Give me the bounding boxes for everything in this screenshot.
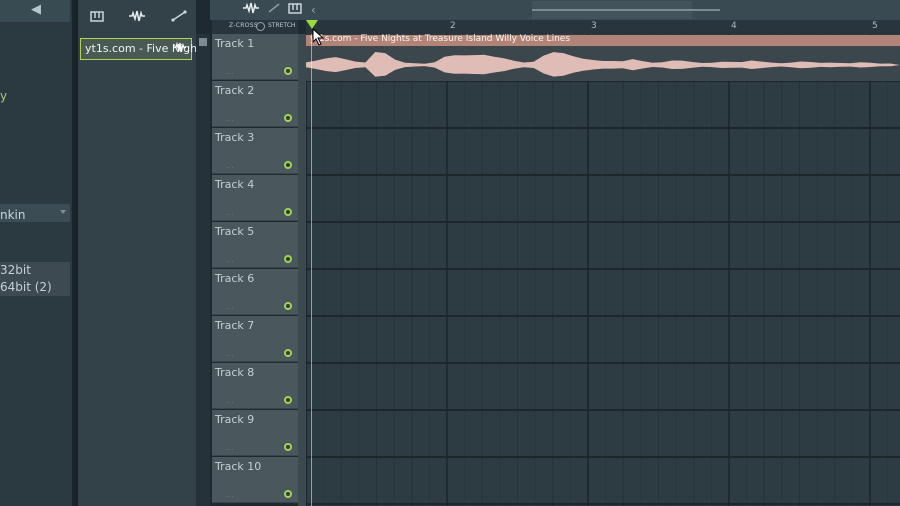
- track-enable-led[interactable]: [284, 114, 292, 122]
- track-header[interactable]: Track 2...: [212, 81, 298, 127]
- zcross-label: Z-CROSS: [229, 22, 258, 29]
- picker-toolbar: [78, 0, 196, 34]
- track-header[interactable]: Track 7...: [212, 316, 298, 362]
- track-header[interactable]: Track 10...: [212, 457, 298, 503]
- track-name: Track 8: [215, 366, 255, 379]
- mouse-cursor-icon: [312, 28, 325, 46]
- zcross-toggle[interactable]: [256, 22, 265, 31]
- track-dots: ...: [226, 490, 234, 499]
- track-name: Track 6: [215, 272, 255, 285]
- timeline-header: Z-CROSS STRETCH: [212, 20, 298, 34]
- bar-number: 2: [450, 21, 456, 31]
- track-header[interactable]: Track 1...: [212, 34, 298, 80]
- track-headers: Track 1... Track 2... Track 3... Track 4…: [212, 34, 298, 506]
- chevron-down-icon[interactable]: [60, 210, 66, 214]
- plugin-version-32[interactable]: 32bit: [0, 262, 70, 279]
- track-dots: ...: [226, 255, 234, 264]
- track-header[interactable]: Track 4...: [212, 175, 298, 221]
- playlist-overview[interactable]: [532, 1, 720, 19]
- playlist-grid[interactable]: [306, 34, 900, 506]
- picker-scrollbar[interactable]: [196, 34, 210, 506]
- automation-tool-icon[interactable]: [267, 2, 281, 18]
- track-enable-led[interactable]: [284, 255, 292, 263]
- track-name: Track 4: [215, 178, 255, 191]
- track-enable-led[interactable]: [284, 443, 292, 451]
- track-header[interactable]: Track 8...: [212, 363, 298, 409]
- track-enable-led[interactable]: [284, 302, 292, 310]
- track-enable-led[interactable]: [284, 396, 292, 404]
- track-enable-led[interactable]: [284, 161, 292, 169]
- bar-number: 4: [731, 21, 737, 31]
- track-name: Track 9: [215, 413, 255, 426]
- speaker-icon[interactable]: ◀: [31, 3, 47, 17]
- piano-roll-tool-icon[interactable]: [288, 2, 302, 18]
- browser-item[interactable]: y: [0, 89, 7, 103]
- track-name: Track 5: [215, 225, 255, 238]
- playlist-scroll-thumb[interactable]: [532, 9, 720, 11]
- track-name: Track 10: [215, 460, 262, 473]
- track-dots: ...: [226, 302, 234, 311]
- track-header[interactable]: Track 6...: [212, 269, 298, 315]
- clip-item-label: yt1s.com - Five Nigh...: [85, 42, 208, 55]
- timeline-ruler[interactable]: 2 3 4 5: [306, 20, 900, 34]
- audio-clip-header[interactable]: yt1s.com - Five Nights at Treasure Islan…: [306, 34, 900, 46]
- audio-clip-body[interactable]: [306, 46, 900, 81]
- track-enable-led[interactable]: [284, 67, 292, 75]
- track-resize-strip[interactable]: [298, 34, 306, 506]
- track-name: Track 3: [215, 131, 255, 144]
- browser-panel: ◀ y nkin 32bit 64bit (2): [0, 0, 72, 506]
- automation-icon[interactable]: [170, 10, 188, 26]
- browser-topbar: ◀: [0, 0, 70, 22]
- track-dots: ...: [226, 396, 234, 405]
- grid-lines: [306, 34, 900, 506]
- picker-panel: yt1s.com - Five Nigh...: [78, 0, 208, 506]
- track-dots: ...: [226, 114, 234, 123]
- track-name: Track 1: [215, 37, 255, 50]
- track-name: Track 7: [215, 319, 255, 332]
- track-dots: ...: [226, 349, 234, 358]
- track-header[interactable]: Track 3...: [212, 128, 298, 174]
- audio-clip-title: yt1s.com - Five Nights at Treasure Islan…: [310, 34, 571, 44]
- track-enable-led[interactable]: [284, 349, 292, 357]
- audio-clip-tool-icon[interactable]: [242, 2, 260, 18]
- track-dots: ...: [226, 443, 234, 452]
- track-dots: ...: [226, 67, 234, 76]
- waveform-icon: [173, 41, 187, 56]
- playhead-line: [311, 34, 312, 506]
- track-dots: ...: [226, 161, 234, 170]
- piano-roll-icon[interactable]: [88, 10, 106, 26]
- browser-selected-item[interactable]: nkin: [0, 204, 70, 222]
- playlist-toolbar: ‹: [210, 0, 900, 20]
- track-name: Track 2: [215, 84, 255, 97]
- picker-clip-item[interactable]: yt1s.com - Five Nigh...: [80, 38, 208, 60]
- bar-number: 3: [591, 21, 597, 31]
- scroll-up-icon[interactable]: [199, 38, 207, 46]
- browser-item-label: nkin: [0, 208, 26, 222]
- track-enable-led[interactable]: [284, 208, 292, 216]
- bar-number: 5: [872, 21, 878, 31]
- audio-waveform: [306, 52, 900, 77]
- stretch-label[interactable]: STRETCH: [268, 22, 295, 29]
- track-dots: ...: [226, 208, 234, 217]
- track-header[interactable]: Track 5...: [212, 222, 298, 268]
- scroll-left-arrow[interactable]: ‹: [311, 2, 316, 18]
- audio-clip-icon[interactable]: [128, 10, 146, 26]
- plugin-version-64[interactable]: 64bit (2): [0, 279, 70, 296]
- track-header[interactable]: Track 9...: [212, 410, 298, 456]
- track-enable-led[interactable]: [284, 490, 292, 498]
